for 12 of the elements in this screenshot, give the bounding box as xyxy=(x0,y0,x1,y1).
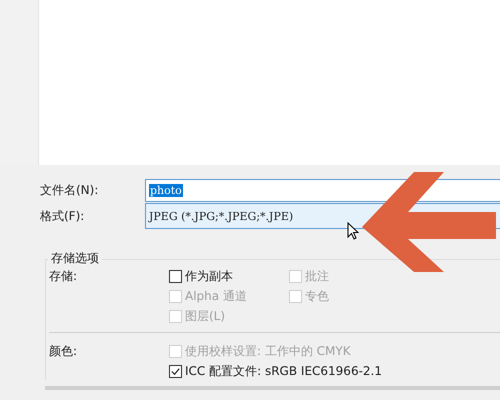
checkbox-option[interactable]: 作为副本 xyxy=(169,268,289,285)
row-label: 存储: xyxy=(49,268,78,285)
checkbox-option[interactable]: ICC 配置文件: sRGB IEC61966-2.1 xyxy=(169,363,382,380)
file-name-field[interactable]: photo xyxy=(145,178,500,202)
field-label: 文件名(N): xyxy=(40,182,100,198)
checkbox[interactable] xyxy=(169,270,182,283)
row-label: 颜色: xyxy=(49,343,78,360)
checkbox[interactable] xyxy=(169,365,182,378)
field-label: 格式(F): xyxy=(40,208,86,224)
group-title: 存储选项 xyxy=(48,250,102,267)
mouse-cursor-icon xyxy=(347,222,359,240)
selected-text: photo xyxy=(149,184,183,196)
